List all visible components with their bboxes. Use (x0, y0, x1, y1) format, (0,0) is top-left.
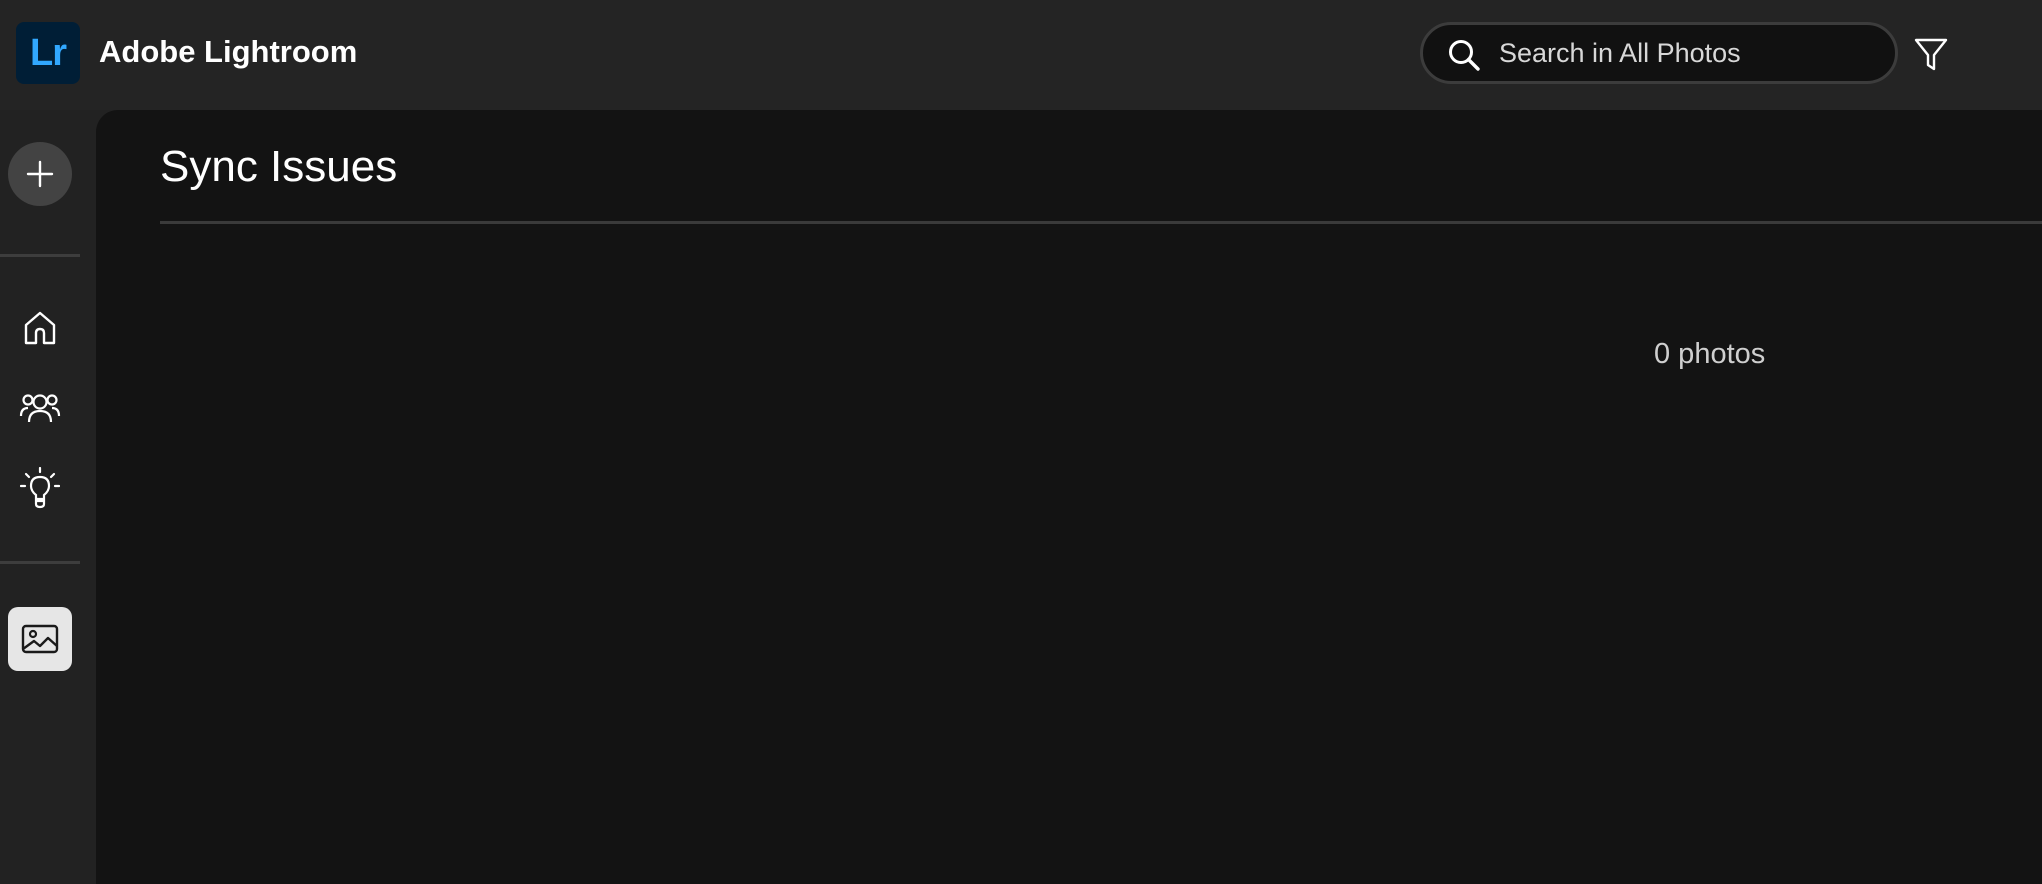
rail-divider-top (0, 254, 80, 257)
search-bar[interactable] (1420, 22, 1898, 84)
photos-icon (21, 624, 59, 654)
rail-divider-bottom (0, 561, 80, 564)
rail-item-home[interactable] (8, 296, 72, 360)
app-title: Adobe Lightroom (99, 34, 358, 69)
title-divider (160, 221, 2042, 224)
people-icon (19, 394, 61, 423)
logo-text: Lr (30, 31, 67, 74)
rail-item-learn[interactable] (8, 456, 72, 520)
lightroom-logo[interactable]: Lr (16, 22, 80, 84)
home-icon (24, 311, 56, 345)
plus-icon (26, 160, 54, 188)
filter-button[interactable] (1910, 34, 1952, 76)
add-photos-button[interactable] (8, 142, 72, 206)
lightroom-app: Lr Adobe Lightroom Search in All Photos … (0, 0, 2042, 884)
filter-icon (1914, 38, 1948, 71)
left-rail (0, 110, 96, 884)
rail-item-photos[interactable] (8, 607, 72, 671)
top-bar: Lr Adobe Lightroom (0, 0, 2042, 110)
search-icon (1449, 40, 1480, 71)
main-content: Sync Issues 0 photos (96, 110, 2042, 884)
photo-count: 0 photos (1654, 338, 1766, 370)
search-input[interactable] (1499, 33, 1879, 73)
lightbulb-icon (20, 467, 60, 509)
page-title: Sync Issues (160, 142, 398, 191)
rail-item-community[interactable] (8, 376, 72, 440)
